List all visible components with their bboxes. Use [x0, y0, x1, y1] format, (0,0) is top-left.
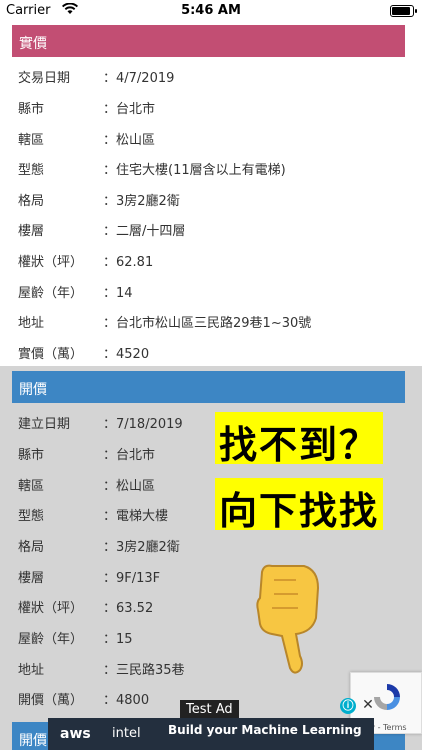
row-label: 地址: [18, 316, 45, 331]
row-label: 開價（萬）: [18, 693, 84, 708]
row-value: ：台北市: [103, 102, 156, 117]
row-label: 權狀（坪）: [18, 255, 84, 270]
row-label: 轄區: [18, 133, 45, 148]
row-label: 樓層: [18, 571, 45, 586]
status-bar: Carrier 5:46 AM: [0, 0, 422, 22]
row-label: 地址: [18, 663, 45, 678]
row-label: 格局: [18, 540, 45, 555]
battery-icon: [390, 5, 417, 17]
intel-logo: intel: [112, 726, 141, 741]
row-value: ：住宅大樓(11層含以上有電梯): [103, 163, 286, 178]
row-value: ：二層/十四層: [103, 224, 186, 239]
listing-row-layout: 格局 ：3房2廳2衛: [18, 529, 408, 559]
row-value: ：松山區: [103, 479, 156, 494]
hint-not-found: 找不到？: [215, 412, 384, 467]
listing-row-area: 權狀（坪） ：63.52: [18, 590, 408, 620]
row-value: ：電梯大樓: [103, 509, 169, 524]
ad-message: Build your Machine Learning: [168, 723, 362, 737]
row-label: 縣市: [18, 448, 45, 463]
row-label: 型態: [18, 163, 45, 178]
row-value: ：9F/13F: [103, 571, 161, 586]
deal-row-district: 轄區 ：松山區: [18, 122, 408, 152]
row-value: ：63.52: [103, 601, 154, 616]
row-value: ：7/18/2019: [103, 417, 183, 432]
row-label: 實價（萬）: [18, 347, 84, 362]
deal-row-price: 實價（萬） ：4520: [18, 336, 408, 366]
ad-close-icon[interactable]: ✕: [360, 697, 376, 715]
deal-header: 實價: [12, 25, 405, 57]
row-value: ：14: [103, 286, 133, 301]
row-label: 權狀（坪）: [18, 601, 84, 616]
deal-row-age: 屋齡（年） ：14: [18, 275, 408, 305]
row-value: ：台北市: [103, 448, 156, 463]
row-label: 型態: [18, 509, 45, 524]
row-label: 屋齡（年）: [18, 286, 84, 301]
row-value: ：三民路35巷: [103, 663, 185, 678]
pointing-down-hand-icon: [252, 558, 326, 676]
deal-row-layout: 格局 ：3房2廳2衛: [18, 183, 408, 213]
row-label: 交易日期: [18, 71, 71, 86]
row-label: 建立日期: [18, 417, 71, 432]
clock: 5:46 AM: [181, 3, 241, 18]
deal-row-date: 交易日期 ：4/7/2019: [18, 60, 408, 90]
row-value: ：松山區: [103, 133, 156, 148]
listing-row-floor: 樓層 ：9F/13F: [18, 560, 408, 590]
deal-row-city: 縣市 ：台北市: [18, 91, 408, 121]
ad-info-icon[interactable]: ⓘ: [340, 698, 356, 714]
row-label: 樓層: [18, 224, 45, 239]
row-value: ：15: [103, 632, 133, 647]
row-value: ：台北市松山區三民路29巷1~30號: [103, 316, 312, 331]
deal-row-area: 權狀（坪） ：62.81: [18, 244, 408, 274]
hint-scroll-down: 向下找找: [215, 478, 384, 533]
row-value: ：62.81: [103, 255, 154, 270]
aws-logo: aws: [60, 726, 91, 742]
row-value: ：3房2廳2衛: [103, 540, 180, 555]
deal-row-floor: 樓層 ：二層/十四層: [18, 213, 408, 243]
deal-row-type: 型態 ：住宅大樓(11層含以上有電梯): [18, 152, 408, 182]
deal-price-section: 實價 交易日期 ：4/7/2019 縣市 ：台北市 轄區 ：松山區 型態 ：住宅大樓(1…: [0, 22, 422, 366]
row-label: 轄區: [18, 479, 45, 494]
row-label: 屋齡（年）: [18, 632, 84, 647]
ad-banner[interactable]: aws intel Build your Machine Learning: [48, 718, 374, 750]
row-value: ：3房2廳2衛: [103, 194, 180, 209]
row-value: ：4/7/2019: [103, 71, 175, 86]
row-label: 格局: [18, 194, 45, 209]
ad-label: Test Ad: [180, 700, 239, 720]
listing-header: 開價: [12, 371, 405, 403]
deal-row-address: 地址 ：台北市松山區三民路29巷1~30號: [18, 305, 408, 335]
listing-row-age: 屋齡（年） ：15: [18, 621, 408, 651]
row-label: 縣市: [18, 102, 45, 117]
row-value: ：4520: [103, 347, 150, 362]
row-value: ：4800: [103, 693, 150, 708]
